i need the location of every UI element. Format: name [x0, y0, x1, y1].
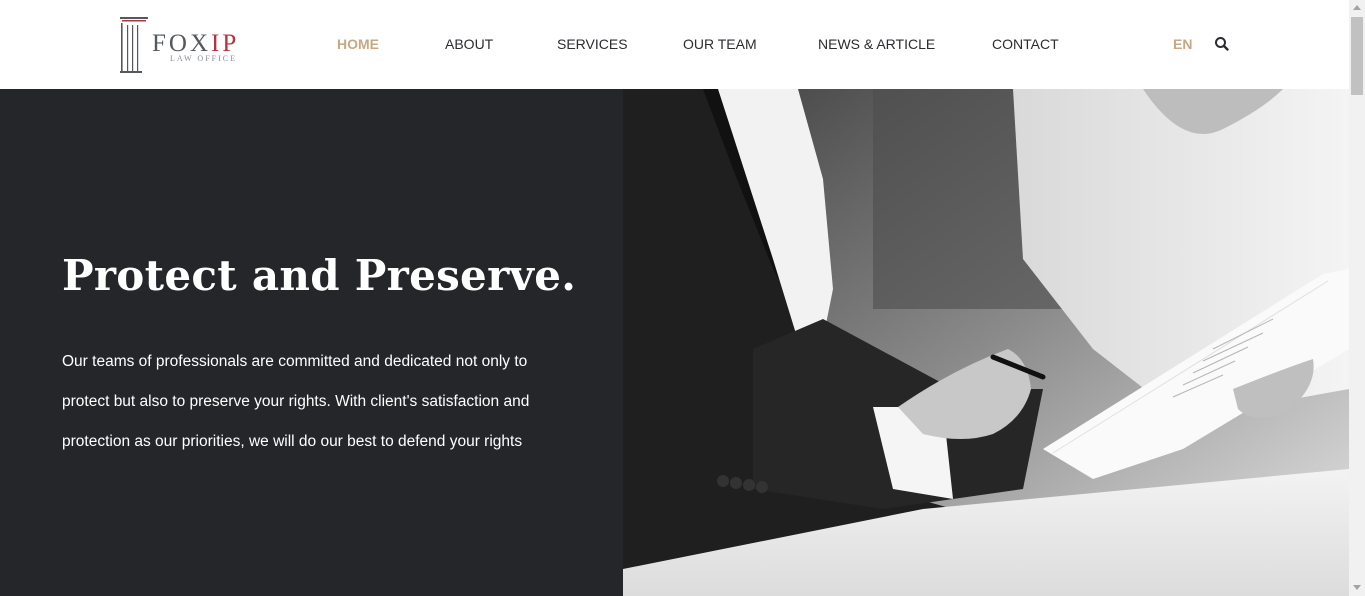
nav-about[interactable]: ABOUT	[445, 34, 493, 54]
nav-services[interactable]: SERVICES	[557, 34, 628, 54]
page-scrollbar[interactable]	[1349, 0, 1365, 596]
scroll-up-icon[interactable]	[1353, 5, 1361, 10]
scrollbar-thumb[interactable]	[1351, 17, 1363, 95]
pillar-icon	[120, 17, 148, 73]
site-header: FOXIP LAW OFFICE HOME ABOUT SERVICES OUR…	[0, 0, 1349, 89]
nav-home[interactable]: HOME	[337, 34, 379, 54]
language-switcher[interactable]: EN	[1173, 34, 1192, 54]
hero-title: Protect and Preserve.	[62, 251, 577, 300]
nav-news-article[interactable]: NEWS & ARTICLE	[818, 34, 935, 54]
nav-contact[interactable]: CONTACT	[992, 34, 1059, 54]
business-people-signing-image	[623, 89, 1349, 596]
logo[interactable]: FOXIP LAW OFFICE	[118, 16, 263, 74]
hero-description: Our teams of professionals are committed…	[62, 353, 530, 450]
search-icon[interactable]	[1214, 36, 1230, 52]
logo-tagline: LAW OFFICE	[170, 54, 237, 63]
nav-our-team[interactable]: OUR TEAM	[683, 34, 757, 54]
hero-panel: Protect and Preserve. Our teams of profe…	[0, 89, 623, 596]
logo-ip-text: IP	[211, 30, 240, 57]
hero-image	[623, 89, 1349, 596]
scroll-down-icon[interactable]	[1353, 585, 1361, 590]
logo-fox-text: FOX	[152, 30, 212, 57]
